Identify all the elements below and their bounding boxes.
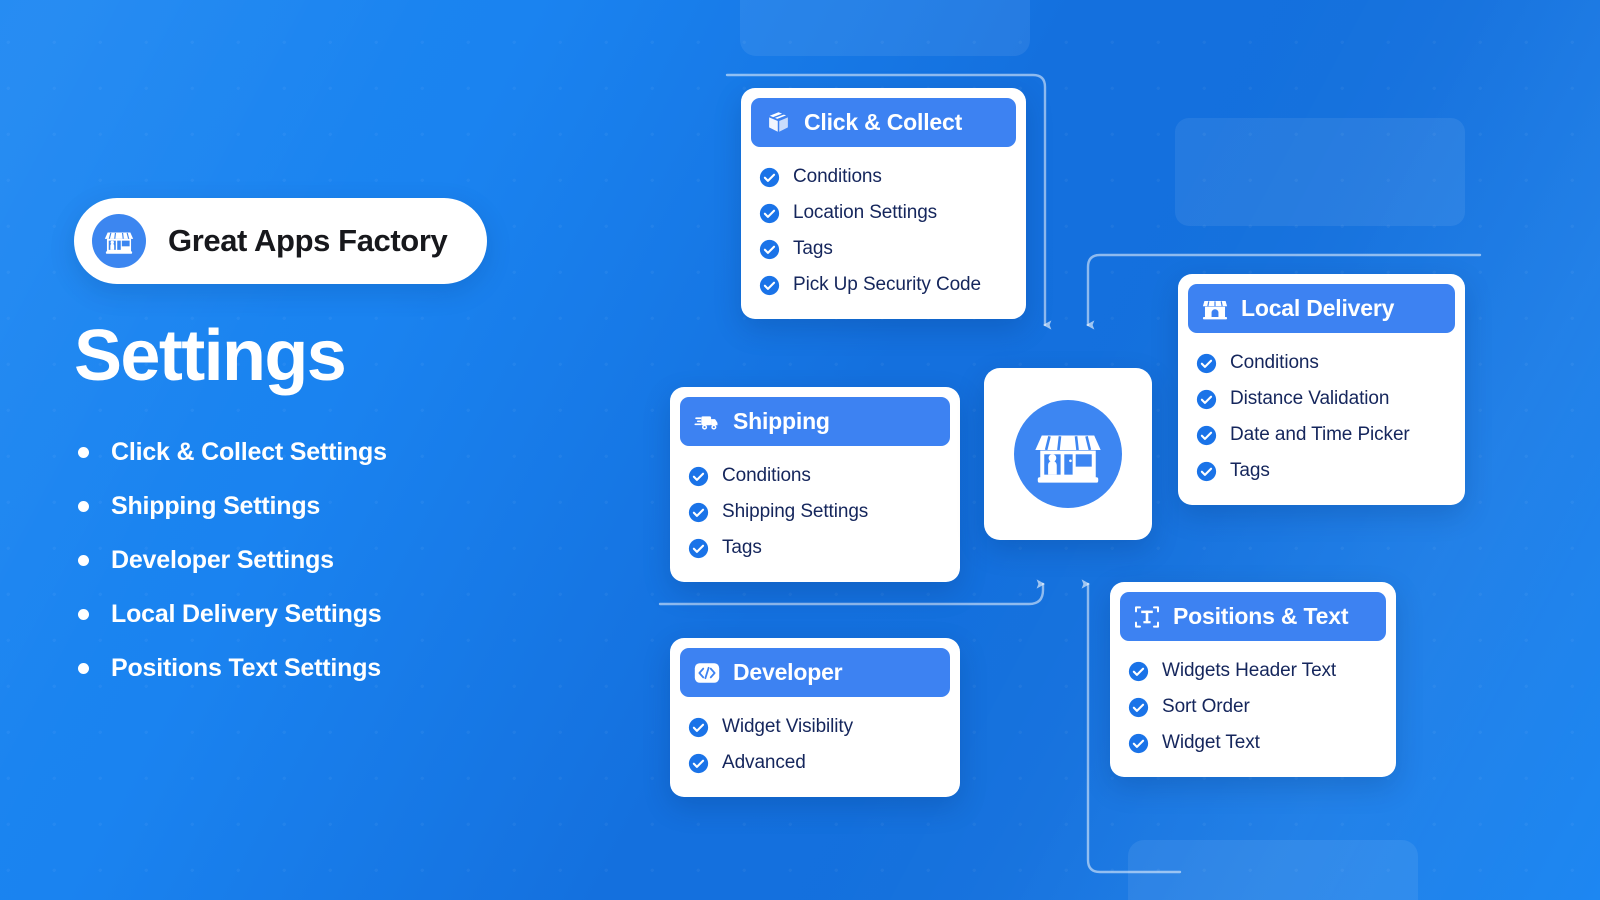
card-click-collect[interactable]: Click & Collect Conditions Location Sett… <box>741 88 1026 319</box>
storefront-awning-icon <box>1202 296 1228 322</box>
card-item-list: Conditions Distance Validation Date and … <box>1188 343 1455 489</box>
card-item-label: Location Settings <box>793 202 938 223</box>
list-item[interactable]: Conditions <box>688 458 944 494</box>
card-item-label: Tags <box>793 238 833 259</box>
card-item-label: Distance Validation <box>1230 388 1390 409</box>
card-item-list: Widget Visibility Advanced <box>680 707 950 781</box>
card-local-delivery[interactable]: Local Delivery Conditions Distance Valid… <box>1178 274 1465 505</box>
check-circle-icon <box>759 203 780 223</box>
card-item-label: Tags <box>722 537 762 558</box>
check-circle-icon <box>688 502 709 522</box>
infographic-canvas: Great Apps Factory Settings Click & Coll… <box>0 0 1600 900</box>
list-item[interactable]: Distance Validation <box>1196 381 1449 417</box>
card-positions-text[interactable]: Positions & Text Widgets Header Text Sor… <box>1110 582 1396 777</box>
card-item-label: Shipping Settings <box>722 501 869 522</box>
list-item[interactable]: Widgets Header Text <box>1128 653 1380 689</box>
card-header: Click & Collect <box>751 98 1016 147</box>
card-item-label: Conditions <box>793 166 882 187</box>
hub-node[interactable] <box>984 368 1152 540</box>
list-item[interactable]: Tags <box>759 231 1010 267</box>
list-item[interactable]: Shipping Settings <box>688 494 944 530</box>
connector-shipping-to-hub <box>658 579 1045 606</box>
check-circle-icon <box>688 753 709 773</box>
card-item-label: Pick Up Security Code <box>793 274 981 295</box>
list-item[interactable]: Tags <box>688 530 944 566</box>
card-item-label: Advanced <box>722 752 806 773</box>
card-header: Developer <box>680 648 950 697</box>
check-circle-icon <box>688 717 709 737</box>
check-circle-icon <box>1196 353 1217 373</box>
card-item-label: Widget Visibility <box>722 716 853 737</box>
card-title: Developer <box>733 659 843 685</box>
card-title: Local Delivery <box>1241 295 1395 321</box>
check-circle-icon <box>1128 733 1149 753</box>
check-circle-icon <box>1128 697 1149 717</box>
list-item[interactable]: Widget Visibility <box>688 709 944 745</box>
card-item-list: Conditions Shipping Settings Tags <box>680 456 950 566</box>
card-title: Positions & Text <box>1173 603 1349 629</box>
text-frame-icon <box>1134 604 1160 630</box>
check-circle-icon <box>688 466 709 486</box>
card-shipping[interactable]: Shipping Conditions Shipping Settings Ta… <box>670 387 960 582</box>
card-header: Shipping <box>680 397 950 446</box>
check-circle-icon <box>688 538 709 558</box>
card-item-label: Widget Text <box>1162 732 1260 753</box>
list-item[interactable]: Date and Time Picker <box>1196 417 1449 453</box>
storefront-icon <box>1014 400 1122 508</box>
list-item[interactable]: Conditions <box>759 159 1010 195</box>
check-circle-icon <box>759 239 780 259</box>
check-circle-icon <box>1196 389 1217 409</box>
settings-diagram: Click & Collect Conditions Location Sett… <box>0 0 1600 900</box>
card-header: Local Delivery <box>1188 284 1455 333</box>
list-item[interactable]: Pick Up Security Code <box>759 267 1010 303</box>
list-item[interactable]: Conditions <box>1196 345 1449 381</box>
card-item-label: Conditions <box>722 465 811 486</box>
card-item-list: Conditions Location Settings Tags Pick U… <box>751 157 1016 303</box>
card-developer[interactable]: Developer Widget Visibility Advanced <box>670 638 960 797</box>
card-title: Click & Collect <box>804 109 963 135</box>
card-header: Positions & Text <box>1120 592 1386 641</box>
check-circle-icon <box>759 167 780 187</box>
card-item-label: Widgets Header Text <box>1162 660 1337 681</box>
card-item-label: Date and Time Picker <box>1230 424 1410 445</box>
card-item-label: Tags <box>1230 460 1270 481</box>
list-item[interactable]: Advanced <box>688 745 944 781</box>
check-circle-icon <box>1196 461 1217 481</box>
check-circle-icon <box>1196 425 1217 445</box>
list-item[interactable]: Sort Order <box>1128 689 1380 725</box>
list-item[interactable]: Widget Text <box>1128 725 1380 761</box>
list-item[interactable]: Location Settings <box>759 195 1010 231</box>
card-item-label: Sort Order <box>1162 696 1250 717</box>
list-item[interactable]: Tags <box>1196 453 1449 489</box>
card-item-label: Conditions <box>1230 352 1319 373</box>
card-title: Shipping <box>733 408 830 434</box>
check-circle-icon <box>759 275 780 295</box>
delivery-truck-icon <box>694 409 720 435</box>
package-box-icon <box>765 110 791 136</box>
check-circle-icon <box>1128 661 1149 681</box>
code-brackets-icon <box>694 660 720 686</box>
card-item-list: Widgets Header Text Sort Order Widget Te… <box>1120 651 1386 761</box>
